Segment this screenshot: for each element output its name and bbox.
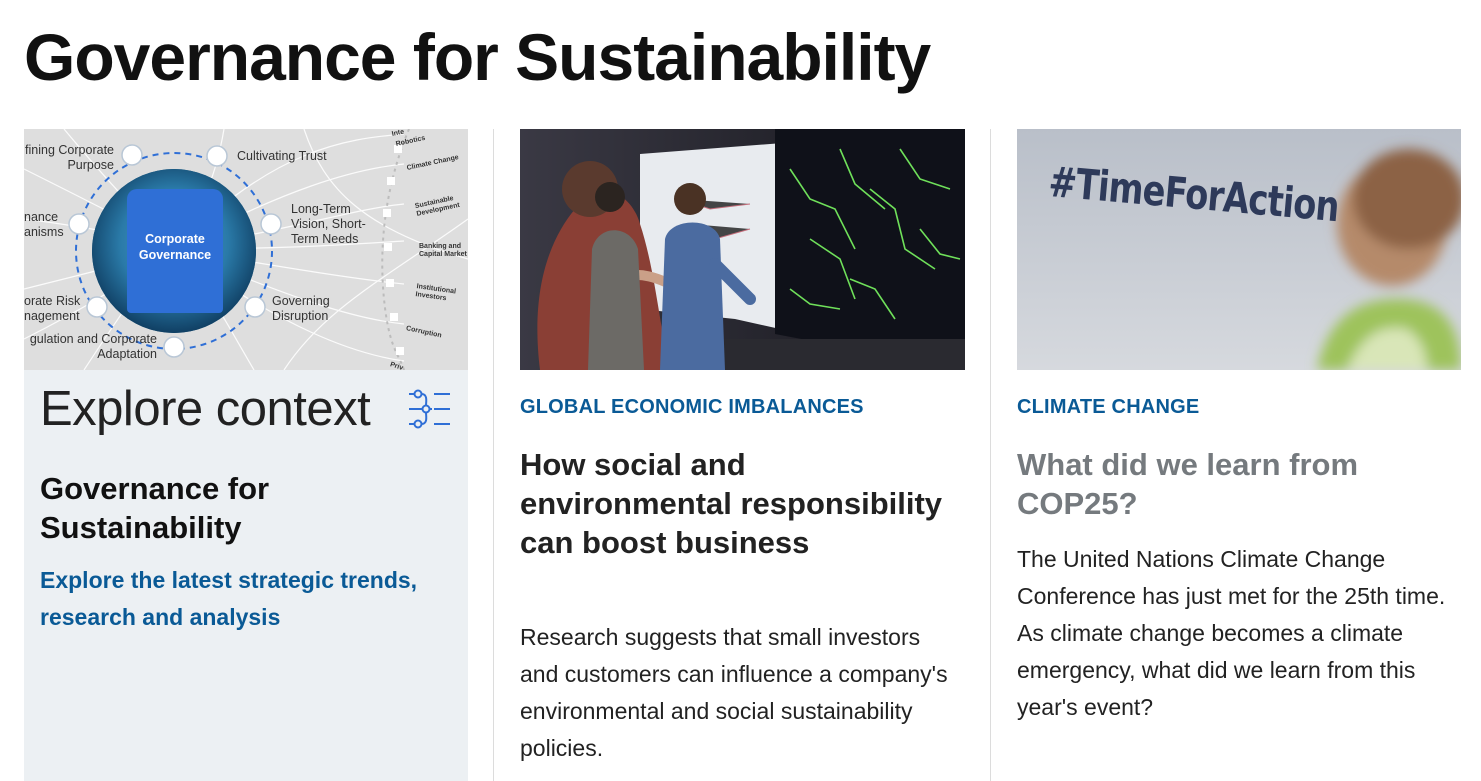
node-line: nance <box>24 210 59 224</box>
node-line: gulation and Corporate <box>29 332 157 346</box>
node-line: fining Corporate <box>25 143 114 157</box>
node-line: Term Needs <box>291 232 359 246</box>
diagram-node-label: gulation and Corporate Adaptation <box>24 332 157 362</box>
node-line: Vision, Short- <box>291 217 366 231</box>
article-image-cop25[interactable]: #TimeForAction <box>1017 129 1461 370</box>
badge-line: Corporate <box>145 232 205 246</box>
explore-trends-link[interactable]: Explore the latest strategic trends, res… <box>40 562 460 636</box>
explore-context-heading: Explore context <box>40 382 371 436</box>
article-headline[interactable]: How social and environmental responsibil… <box>520 445 960 562</box>
article-summary: The United Nations Climate Change Confer… <box>1017 546 1446 720</box>
context-subtitle: Governance for Sustainability <box>40 471 270 545</box>
outer-topic-label: Banking and Capital Market <box>419 243 467 258</box>
article-card[interactable]: GLOBAL ECONOMIC IMBALANCES How social an… <box>520 129 965 781</box>
node-line: Purpose <box>67 158 114 172</box>
article-category[interactable]: CLIMATE CHANGE <box>1017 396 1199 419</box>
diagram-node-label: Governing Disruption <box>272 294 330 324</box>
node-line: Adaptation <box>97 347 157 361</box>
node-line: Long-Term <box>291 202 351 216</box>
page-title: Governance for Sustainability <box>24 20 931 94</box>
node-line: Disruption <box>272 309 329 323</box>
article-summary: Research suggests that small investors a… <box>520 624 948 761</box>
network-nodes-icon <box>409 389 451 429</box>
column-divider <box>990 129 991 781</box>
article-headline[interactable]: What did we learn from COP25? <box>1017 445 1457 523</box>
node-line: anisms <box>24 225 64 239</box>
diagram-node-label: Long-Term Vision, Short- Term Needs <box>291 202 366 247</box>
article-category[interactable]: GLOBAL ECONOMIC IMBALANCES <box>520 396 864 419</box>
diagram-node-label: nance anisms <box>24 210 64 240</box>
node-line: orate Risk <box>24 294 81 308</box>
node-line: Governing <box>272 294 330 308</box>
diagram-node-label: Cultivating Trust <box>237 149 327 164</box>
node-line: Cultivating Trust <box>237 149 327 163</box>
governance-diagram-image[interactable]: Corporate Governance fining Corporate Pu… <box>24 129 468 370</box>
badge-line: Governance <box>138 248 212 262</box>
column-divider <box>493 129 494 781</box>
article-card[interactable]: #TimeForAction CLIMATE CHANGE What did w… <box>1017 129 1461 781</box>
explore-context-card[interactable]: Corporate Governance fining Corporate Pu… <box>24 129 468 781</box>
corporate-governance-badge: Corporate Governance <box>127 189 223 313</box>
office-photo-illustration <box>520 129 965 370</box>
diagram-node-label: fining Corporate Purpose <box>24 143 114 173</box>
explore-context-header[interactable]: Explore context <box>40 381 452 437</box>
diagram-node-label: orate Risk nagement <box>24 294 80 324</box>
node-line: nagement <box>24 309 80 323</box>
article-image-office[interactable] <box>520 129 965 370</box>
